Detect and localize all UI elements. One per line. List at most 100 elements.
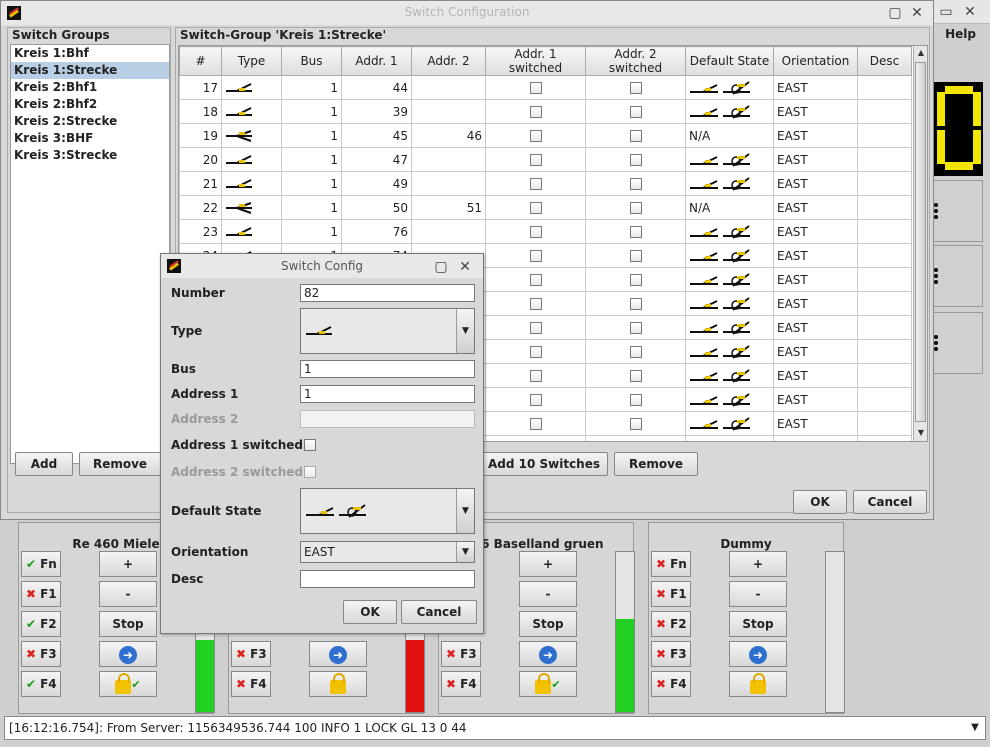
addr2-switched-checkbox[interactable] (629, 82, 642, 94)
group-item[interactable]: Kreis 1:Strecke (11, 62, 169, 79)
direction-button[interactable]: ➜ (729, 641, 787, 667)
default-state-select[interactable]: ▼ (300, 488, 475, 534)
stop-button[interactable]: Stop (519, 611, 577, 637)
scroll-up-icon[interactable]: ▲ (915, 46, 927, 60)
add-group-button[interactable]: Add (15, 452, 73, 476)
addr2-switched-checkbox[interactable] (629, 154, 642, 166)
column-header[interactable]: # (179, 46, 222, 76)
help-menu[interactable]: Help (930, 24, 990, 44)
function-button[interactable]: ✔ F4 (21, 671, 61, 697)
close-icon[interactable]: ✕ (457, 259, 473, 275)
addr1-switched-checkbox[interactable] (529, 322, 542, 334)
addr2-switched-checkbox[interactable] (629, 106, 642, 118)
close-icon[interactable]: ✕ (909, 5, 925, 21)
addr1-switched-checkbox[interactable] (529, 154, 542, 166)
column-header[interactable]: Addr. 1 switched (485, 46, 586, 76)
function-button[interactable]: ✖ F4 (651, 671, 691, 697)
function-button[interactable]: ✖ F2 (651, 611, 691, 637)
addr1-switched-checkbox[interactable] (529, 226, 542, 238)
addr2-switched-checkbox[interactable] (629, 322, 642, 334)
number-field[interactable]: 82 (300, 284, 475, 302)
addr2-switched-checkbox[interactable] (629, 346, 642, 358)
stop-button[interactable]: Stop (99, 611, 157, 637)
add-10-switches-button[interactable]: Add 10 Switches (480, 452, 608, 476)
chevron-down-icon[interactable]: ▼ (456, 309, 474, 353)
maximize-icon[interactable]: ▢ (887, 5, 903, 21)
addr1-switched-checkbox[interactable] (529, 130, 542, 142)
column-header[interactable]: Desc (857, 46, 912, 76)
addr1-switched-checkbox[interactable] (529, 178, 542, 190)
addr2-switched-checkbox[interactable] (629, 418, 642, 430)
speed-down-button[interactable]: - (519, 581, 577, 607)
column-header[interactable]: Default State (685, 46, 774, 76)
function-button[interactable]: ✖ F4 (441, 671, 481, 697)
function-button[interactable]: ✔ F2 (21, 611, 61, 637)
table-row[interactable]: 21 1 49 EAST (179, 171, 912, 196)
lock-button[interactable]: ✔ (519, 671, 577, 697)
addr2-switched-checkbox[interactable] (629, 274, 642, 286)
addr1-switched-checkbox[interactable] (529, 394, 542, 406)
column-header[interactable]: Bus (281, 46, 342, 76)
lock-button[interactable]: ✔ (99, 671, 157, 697)
column-header[interactable]: Addr. 1 (341, 46, 412, 76)
function-button[interactable]: ✔ Fn (21, 551, 61, 577)
addr2-switched-checkbox[interactable] (629, 370, 642, 382)
type-select[interactable]: ▼ (300, 308, 475, 354)
addr2-switched-checkbox[interactable] (629, 394, 642, 406)
chevron-down-icon[interactable]: ▼ (456, 489, 474, 533)
addr1-switched-checkbox[interactable] (529, 106, 542, 118)
scroll-down-icon[interactable]: ▼ (915, 426, 927, 440)
column-header[interactable]: Addr. 2 (411, 46, 486, 76)
table-row[interactable]: 17 1 44 EAST (179, 75, 912, 100)
minimize-icon[interactable]: ▭ (938, 4, 954, 20)
group-item[interactable]: Kreis 2:Bhf1 (11, 79, 169, 96)
remove-switch-button[interactable]: Remove (614, 452, 698, 476)
table-row[interactable]: 18 1 39 EAST (179, 99, 912, 124)
addr1-switched-checkbox[interactable] (529, 82, 542, 94)
speed-up-button[interactable]: + (519, 551, 577, 577)
column-header[interactable]: Addr. 2 switched (585, 46, 686, 76)
function-button[interactable]: ✖ F3 (21, 641, 61, 667)
maximize-icon[interactable]: ▢ (433, 259, 449, 275)
addr1-switched-checkbox[interactable] (529, 202, 542, 214)
speed-up-button[interactable]: + (729, 551, 787, 577)
chevron-down-icon[interactable]: ▼ (456, 542, 474, 562)
addr2-switched-checkbox[interactable] (629, 178, 642, 190)
direction-button[interactable]: ➜ (309, 641, 367, 667)
addr2-switched-checkbox[interactable] (629, 130, 642, 142)
group-item[interactable]: Kreis 2:Strecke (11, 113, 169, 130)
addr2-switched-checkbox[interactable] (629, 202, 642, 214)
column-header[interactable]: Orientation (773, 46, 858, 76)
stop-button[interactable]: Stop (729, 611, 787, 637)
lock-button[interactable] (729, 671, 787, 697)
bus-field[interactable]: 1 (300, 360, 475, 378)
switch-config-ok-button[interactable]: OK (343, 600, 397, 624)
remove-group-button[interactable]: Remove (79, 452, 161, 476)
speed-down-button[interactable]: - (729, 581, 787, 607)
addr2-switched-checkbox[interactable] (629, 298, 642, 310)
addr1-switched-checkbox[interactable] (529, 298, 542, 310)
addr2-switched-checkbox[interactable] (629, 226, 642, 238)
scroll-thumb[interactable] (915, 62, 926, 422)
cancel-button[interactable]: Cancel (853, 490, 927, 514)
table-row[interactable]: 22 1 50 51 N/A EAST (179, 195, 912, 220)
addr1-switched-checkbox[interactable] (529, 346, 542, 358)
ok-button[interactable]: OK (793, 490, 847, 514)
function-button[interactable]: ✖ F4 (231, 671, 271, 697)
addr1-switched-checkbox[interactable] (529, 274, 542, 286)
group-item[interactable]: Kreis 1:Bhf (11, 45, 169, 62)
direction-button[interactable]: ➜ (519, 641, 577, 667)
address1-field[interactable]: 1 (300, 385, 475, 403)
function-button[interactable]: ✖ F3 (651, 641, 691, 667)
group-item[interactable]: Kreis 3:BHF (11, 130, 169, 147)
function-button[interactable]: ✖ F1 (21, 581, 61, 607)
table-row[interactable]: 23 1 76 EAST (179, 219, 912, 244)
lock-button[interactable] (309, 671, 367, 697)
addr1-switched-checkbox[interactable] (529, 250, 542, 262)
chevron-down-icon[interactable]: ▼ (967, 719, 983, 737)
speed-down-button[interactable]: - (99, 581, 157, 607)
table-scrollbar[interactable]: ▲ ▼ (913, 46, 927, 441)
speed-up-button[interactable]: + (99, 551, 157, 577)
orientation-select[interactable]: EAST ▼ (300, 541, 475, 563)
function-button[interactable]: ✖ F3 (231, 641, 271, 667)
